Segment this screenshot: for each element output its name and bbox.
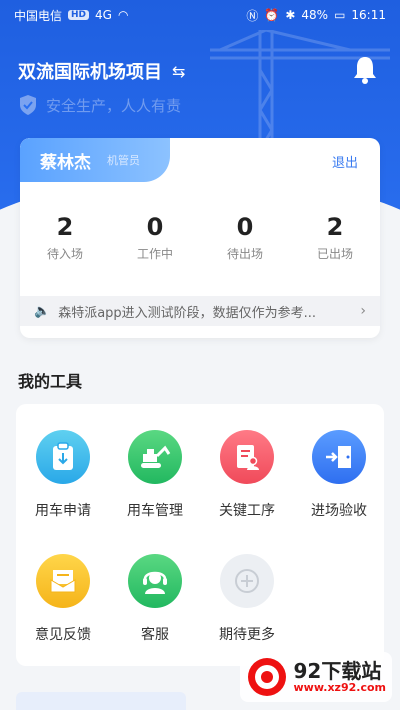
- notice-text: 森特派app进入测试阶段，数据仅作为参考...: [58, 305, 317, 321]
- clipboard-download-icon: [36, 430, 90, 484]
- user-name: 蔡林杰: [40, 152, 91, 173]
- tool-label: 进场验收: [311, 503, 367, 519]
- bell-icon[interactable]: [352, 55, 378, 85]
- alarm-icon: ⏰: [264, 8, 280, 22]
- tool-more[interactable]: 期待更多: [202, 554, 292, 664]
- shield-icon: [20, 95, 36, 115]
- tool-car-management[interactable]: 用车管理: [110, 430, 200, 540]
- tool-label: 用车申请: [35, 503, 91, 519]
- slogan: 安全生产，人人有责: [18, 94, 181, 116]
- hd-badge: HD: [68, 10, 90, 20]
- chevron-right-icon: ›: [360, 303, 366, 319]
- tool-car-request[interactable]: 用车申请: [18, 430, 108, 540]
- feedback-mail-icon: [36, 554, 90, 608]
- swap-icon[interactable]: ⇆: [172, 62, 185, 81]
- tool-label: 意见反馈: [35, 627, 91, 643]
- plus-circle-icon: [220, 554, 274, 608]
- project-selector[interactable]: 双流国际机场项目 ⇆: [18, 58, 185, 84]
- user-card: 蔡林杰 机管员 退出 2 待入场 0 工作中 0 待出场 2 已出场 🔈 森特派…: [20, 138, 380, 338]
- stat-label: 已出场: [316, 247, 353, 261]
- excavator-icon: [128, 430, 182, 484]
- stat-waiting-exit[interactable]: 0 待出场: [200, 213, 290, 262]
- stat-waiting-entry[interactable]: 2 待入场: [20, 213, 110, 262]
- stat-label: 待入场: [46, 247, 83, 261]
- user-tab: 蔡林杰 机管员: [20, 138, 170, 182]
- tool-key-process[interactable]: 关键工序: [202, 430, 292, 540]
- headset-agent-icon: [128, 554, 182, 608]
- nfc-icon: Ⓝ: [246, 8, 259, 23]
- bottom-partial-card: [16, 692, 186, 710]
- bluetooth-icon: ✱: [285, 8, 296, 22]
- project-name: 双流国际机场项目: [18, 62, 162, 83]
- tools-section-title: 我的工具: [18, 372, 83, 391]
- signal-label: 4G: [95, 8, 112, 22]
- tool-label: 用车管理: [127, 503, 183, 519]
- site-watermark: 92下载站 www.xz92.com: [239, 652, 392, 702]
- speaker-icon: 🔈: [34, 303, 51, 319]
- status-bar: 中国电信 HD 4G ◠ Ⓝ ⏰ ✱ 48% ▭ 16:11: [0, 0, 400, 30]
- logout-button[interactable]: 退出: [332, 152, 358, 171]
- stat-label: 待出场: [226, 247, 263, 261]
- tool-label: 客服: [141, 627, 169, 643]
- watermark-logo-icon: [247, 658, 286, 696]
- stat-exited[interactable]: 2 已出场: [290, 213, 380, 262]
- notice-bar[interactable]: 🔈 森特派app进入测试阶段，数据仅作为参考... ›: [20, 296, 380, 326]
- stat-value: 2: [326, 213, 344, 241]
- stats-row: 2 待入场 0 工作中 0 待出场 2 已出场: [20, 213, 380, 262]
- stat-value: 0: [236, 213, 254, 241]
- tool-entry-acceptance[interactable]: 进场验收: [294, 430, 384, 540]
- tool-feedback[interactable]: 意见反馈: [18, 554, 108, 664]
- stat-value: 2: [56, 213, 74, 241]
- stat-value: 0: [146, 213, 164, 241]
- battery-icon: ▭: [334, 8, 346, 22]
- carrier-label: 中国电信: [14, 8, 63, 23]
- user-role: 机管员: [107, 154, 140, 167]
- stat-working[interactable]: 0 工作中: [110, 213, 200, 262]
- tool-customer-service[interactable]: 客服: [110, 554, 200, 664]
- tools-grid: 用车申请 用车管理 关键工序 进场验收 意见反馈 客服 期待更多: [16, 404, 384, 666]
- watermark-url: www.xz92.com: [293, 680, 387, 694]
- battery-percent: 48%: [301, 8, 329, 22]
- enter-door-icon: [312, 430, 366, 484]
- tool-label: 期待更多: [219, 627, 275, 643]
- tool-label: 关键工序: [219, 503, 275, 519]
- slogan-text: 安全生产，人人有责: [46, 96, 182, 115]
- watermark-name: 92下载站: [293, 658, 382, 683]
- clock: 16:11: [351, 8, 386, 22]
- wifi-icon: ◠: [117, 8, 129, 22]
- document-user-icon: [220, 430, 274, 484]
- stat-label: 工作中: [136, 247, 173, 261]
